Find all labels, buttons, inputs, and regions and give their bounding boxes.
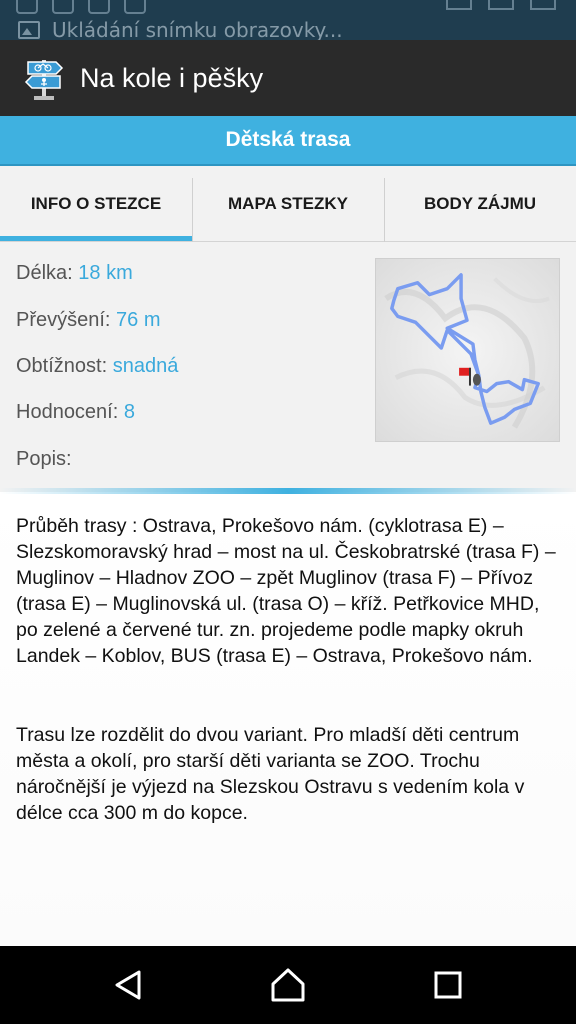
elevation-value: 76 m: [116, 309, 161, 331]
notification-icon: [16, 0, 38, 14]
app-bar: Na kole i pěšky: [0, 40, 576, 116]
difficulty-label: Obtížnost:: [16, 355, 108, 377]
notification-icon: [124, 0, 146, 14]
tab-label: BODY ZÁJMU: [423, 193, 537, 213]
description-paragraph: Průběh trasy : Ostrava, Prokešovo nám. (…: [16, 515, 556, 667]
tab-label: MAPA STEZKY: [228, 193, 348, 213]
status-bar: Ukládání snímku obrazovky...: [0, 0, 576, 40]
tab-points-of-interest[interactable]: BODY ZÁJMU: [384, 166, 576, 242]
wifi-icon: [446, 0, 472, 10]
difficulty-value: snadná: [112, 355, 179, 377]
notification-text: Ukládání snímku obrazovky...: [52, 18, 343, 40]
tab-bar: INFO O STEZCE MAPA STEZKY BODY ZÁJMU: [0, 166, 576, 242]
rating-value: 8: [123, 401, 135, 423]
chat-icon: [52, 0, 74, 14]
back-icon[interactable]: [109, 966, 147, 1004]
navigation-bar: [0, 946, 576, 1024]
description-paragraph: Trasu lze rozdělit do dvou variant. Pro …: [16, 724, 525, 824]
trail-info-panel: Délka: 18 km Převýšení: 76 m Obtížnost: …: [0, 242, 576, 492]
rating-label: Hodnocení:: [16, 401, 119, 423]
tab-trail-info[interactable]: INFO O STEZCE: [0, 166, 192, 241]
home-icon[interactable]: [269, 966, 307, 1004]
notification-icon: [88, 0, 110, 14]
difficulty-row: Obtížnost: snadná: [16, 355, 178, 378]
tab-label: INFO O STEZCE: [30, 193, 162, 213]
recent-apps-icon[interactable]: [429, 966, 467, 1004]
route-map-thumbnail[interactable]: [375, 258, 560, 442]
signal-icon: [488, 0, 514, 10]
screenshot-notification: Ukládání snímku obrazovky...: [18, 18, 343, 40]
description-row: Popis:: [16, 448, 72, 471]
app-title: Na kole i pěšky: [80, 62, 264, 93]
tab-trail-map[interactable]: MAPA STEZKY: [192, 166, 384, 242]
length-value: 18 km: [78, 262, 133, 284]
elevation-label: Převýšení:: [16, 309, 111, 331]
status-notification-icons: [16, 0, 146, 14]
rating-row: Hodnocení: 8: [16, 401, 135, 424]
battery-icon: [530, 0, 556, 10]
trail-description: Průběh trasy : Ostrava, Prokešovo nám. (…: [0, 494, 576, 946]
length-label: Délka:: [16, 262, 73, 284]
elevation-row: Převýšení: 76 m: [16, 309, 161, 332]
length-row: Délka: 18 km: [16, 262, 133, 285]
status-system-icons: [446, 0, 556, 10]
description-label: Popis:: [16, 448, 72, 470]
signpost-logo-icon[interactable]: [20, 54, 68, 102]
route-title: Dětská trasa: [225, 128, 351, 151]
image-icon: [18, 21, 40, 39]
route-header: Dětská trasa: [0, 116, 576, 166]
